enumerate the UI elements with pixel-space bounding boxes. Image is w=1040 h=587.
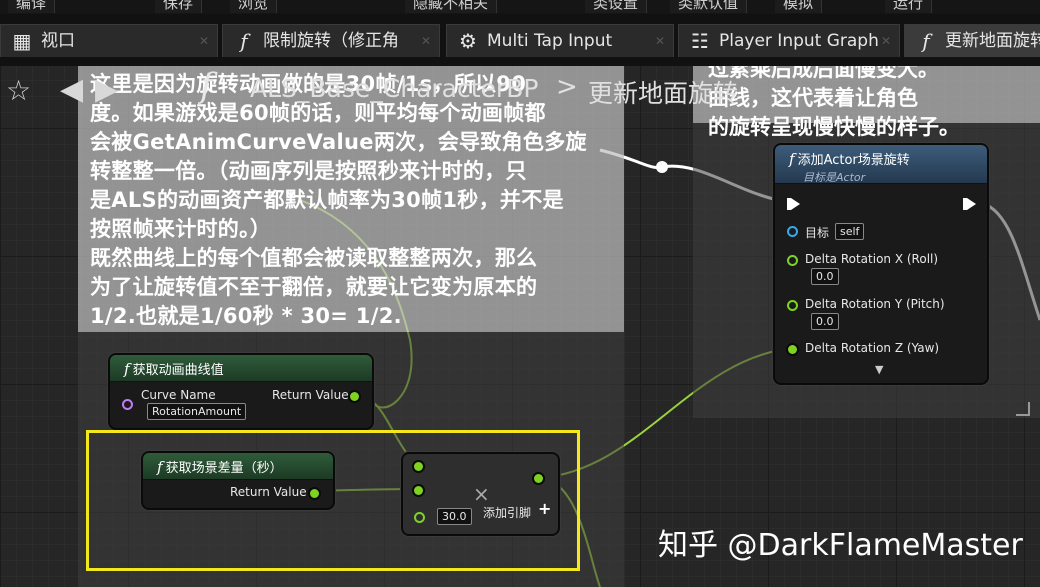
multiply-input-a-pin[interactable] bbox=[414, 462, 423, 471]
resize-grip[interactable] bbox=[1016, 402, 1030, 416]
return-value-pin[interactable] bbox=[310, 489, 319, 498]
multiply-input-c-pin[interactable] bbox=[414, 512, 425, 523]
delta-z-label: Delta Rotation Z (Yaw) bbox=[805, 341, 940, 355]
function-icon: f bbox=[922, 29, 930, 53]
delta-y-label: Delta Rotation Y (Pitch) bbox=[805, 297, 945, 311]
watermark: 知乎 @DarkFlameMaster bbox=[658, 528, 1023, 563]
node-header[interactable]: f 获取动画曲线值 bbox=[110, 355, 372, 382]
multiply-input-b-pin[interactable] bbox=[414, 486, 423, 495]
delta-x-label: Delta Rotation X (Roll) bbox=[805, 252, 939, 266]
delta-y-pin[interactable] bbox=[787, 300, 798, 311]
return-value-label: Return Value bbox=[230, 485, 307, 499]
return-value-label: Return Value bbox=[272, 388, 349, 402]
curve-name-input[interactable]: RotationAmount bbox=[147, 403, 247, 420]
function-icon: f bbox=[200, 66, 213, 106]
target-value[interactable]: self bbox=[835, 223, 865, 240]
tab-player-input-graph[interactable]: ☷ Player Input Graph ✕ bbox=[678, 24, 900, 57]
tab-update-ground-rotation[interactable]: f 更新地面旋转 bbox=[904, 24, 1040, 57]
node-title: 获取动画曲线值 bbox=[132, 363, 224, 378]
comment-line: 按照帧来计时的。） bbox=[90, 217, 272, 241]
tab-bar: ▦ 视口 ✕ f 限制旋转（修正角 ✕ ⚙ Multi Tap Input ✕ … bbox=[0, 14, 1040, 66]
save-button[interactable]: 保存 bbox=[155, 0, 203, 13]
delta-y-input[interactable]: 0.0 bbox=[811, 313, 839, 330]
compile-button[interactable]: 编译 bbox=[8, 0, 56, 13]
close-icon[interactable]: ✕ bbox=[199, 25, 209, 57]
forward-arrow-icon[interactable]: ▶ bbox=[95, 72, 118, 107]
exec-out-pin[interactable] bbox=[963, 198, 976, 210]
simulate-button[interactable]: 模拟 bbox=[775, 0, 823, 13]
toolbar: 编译 保存 浏览 隐藏不相关 类设置 类默认值 模拟 运行 bbox=[0, 0, 1040, 14]
close-icon[interactable]: ✕ bbox=[421, 25, 431, 57]
reroute-node bbox=[656, 161, 668, 173]
gear-icon: ⚙ bbox=[459, 29, 477, 53]
curve-name-pin[interactable] bbox=[122, 399, 133, 410]
multiply-symbol: × bbox=[473, 482, 490, 506]
function-icon: f bbox=[124, 360, 130, 378]
node-title: 添加Actor场景旋转 bbox=[797, 153, 910, 168]
delta-x-input[interactable]: 0.0 bbox=[811, 268, 839, 285]
expand-arrow-icon[interactable]: ▼ bbox=[875, 363, 883, 376]
browse-button[interactable]: 浏览 bbox=[230, 0, 278, 13]
multiply-output-pin[interactable] bbox=[534, 474, 543, 483]
graph-canvas[interactable]: 这里是因为旋转动画做的是30帧/1s，所以90 度。如果游戏是60帧的话，则平均… bbox=[0, 0, 1040, 587]
delta-x-pin[interactable] bbox=[787, 255, 798, 266]
breadcrumb-blueprint[interactable]: ALS_Base_CharacterBP bbox=[250, 74, 538, 103]
multiply-node[interactable]: 30.0 × 添加引脚 + bbox=[401, 452, 560, 536]
function-icon: f bbox=[157, 458, 163, 476]
class-settings-button[interactable]: 类设置 bbox=[585, 0, 648, 13]
comment-line: 会被GetAnimCurveValue两次，会导致角色多旋 bbox=[90, 130, 587, 154]
class-defaults-button[interactable]: 类默认值 bbox=[670, 0, 748, 13]
graph-icon: ☷ bbox=[691, 29, 709, 53]
close-icon[interactable]: ✕ bbox=[655, 25, 665, 57]
back-arrow-icon[interactable]: ◀ bbox=[60, 72, 83, 107]
tab-viewport[interactable]: ▦ 视口 ✕ bbox=[0, 24, 218, 57]
add-pin-label[interactable]: 添加引脚 bbox=[483, 504, 531, 521]
add-actor-rotation-node[interactable]: f 添加Actor场景旋转 目标是Actor 目标 self Delta Rota… bbox=[773, 143, 989, 385]
target-label: 目标 bbox=[805, 226, 830, 240]
node-title: 获取场景差量（秒） bbox=[165, 461, 283, 476]
target-pin[interactable] bbox=[787, 226, 798, 237]
get-world-delta-node[interactable]: f 获取场景差量（秒） Return Value bbox=[141, 451, 335, 510]
comment-line: 1/2.也就是1/60秒 * 30= 1/2. bbox=[90, 304, 402, 328]
curve-name-label: Curve Name bbox=[141, 388, 216, 402]
tab-multi-tap-input[interactable]: ⚙ Multi Tap Input ✕ bbox=[446, 24, 674, 57]
breadcrumb-function: 更新地面旋转 bbox=[588, 79, 739, 108]
function-icon: f bbox=[240, 29, 248, 53]
comment-line: 为了让旋转值不至于翻倍，就要让它变为原本的 bbox=[90, 275, 538, 299]
breadcrumb: ☆ ◀ ▶ f ALS_Base_CharacterBP > 更新地面旋转 bbox=[0, 66, 1040, 118]
hide-unrelated-button[interactable]: 隐藏不相关 bbox=[405, 0, 498, 13]
delta-z-pin[interactable] bbox=[788, 345, 797, 354]
exec-in-pin[interactable] bbox=[787, 198, 800, 210]
multiply-value-input[interactable]: 30.0 bbox=[437, 508, 472, 525]
tab-limit-rotation[interactable]: f 限制旋转（修正角 ✕ bbox=[222, 24, 440, 57]
breadcrumb-separator: > bbox=[556, 72, 578, 102]
comment-line: 是ALS的动画资产都默认帧率为30帧1秒，并不是 bbox=[90, 188, 564, 212]
comment-line: 既然曲线上的每个值都会被读取整整两次，那么 bbox=[90, 246, 538, 270]
comment-line: 转整整一倍。（动画序列是按照秒来计时的，只 bbox=[90, 159, 527, 183]
node-header[interactable]: f 添加Actor场景旋转 目标是Actor bbox=[775, 145, 987, 184]
run-button[interactable]: 运行 bbox=[885, 0, 933, 13]
viewport-icon: ▦ bbox=[12, 29, 32, 53]
favorite-star-icon[interactable]: ☆ bbox=[6, 74, 31, 107]
add-pin-plus-icon[interactable]: + bbox=[538, 499, 551, 518]
node-subtitle: 目标是Actor bbox=[803, 171, 866, 184]
close-icon[interactable]: ✕ bbox=[881, 25, 891, 57]
node-header[interactable]: f 获取场景差量（秒） bbox=[143, 453, 333, 480]
return-value-pin[interactable] bbox=[350, 392, 359, 401]
function-icon: f bbox=[789, 150, 795, 168]
get-anim-curve-node[interactable]: f 获取动画曲线值 Curve Name RotationAmount Retur… bbox=[108, 353, 374, 430]
